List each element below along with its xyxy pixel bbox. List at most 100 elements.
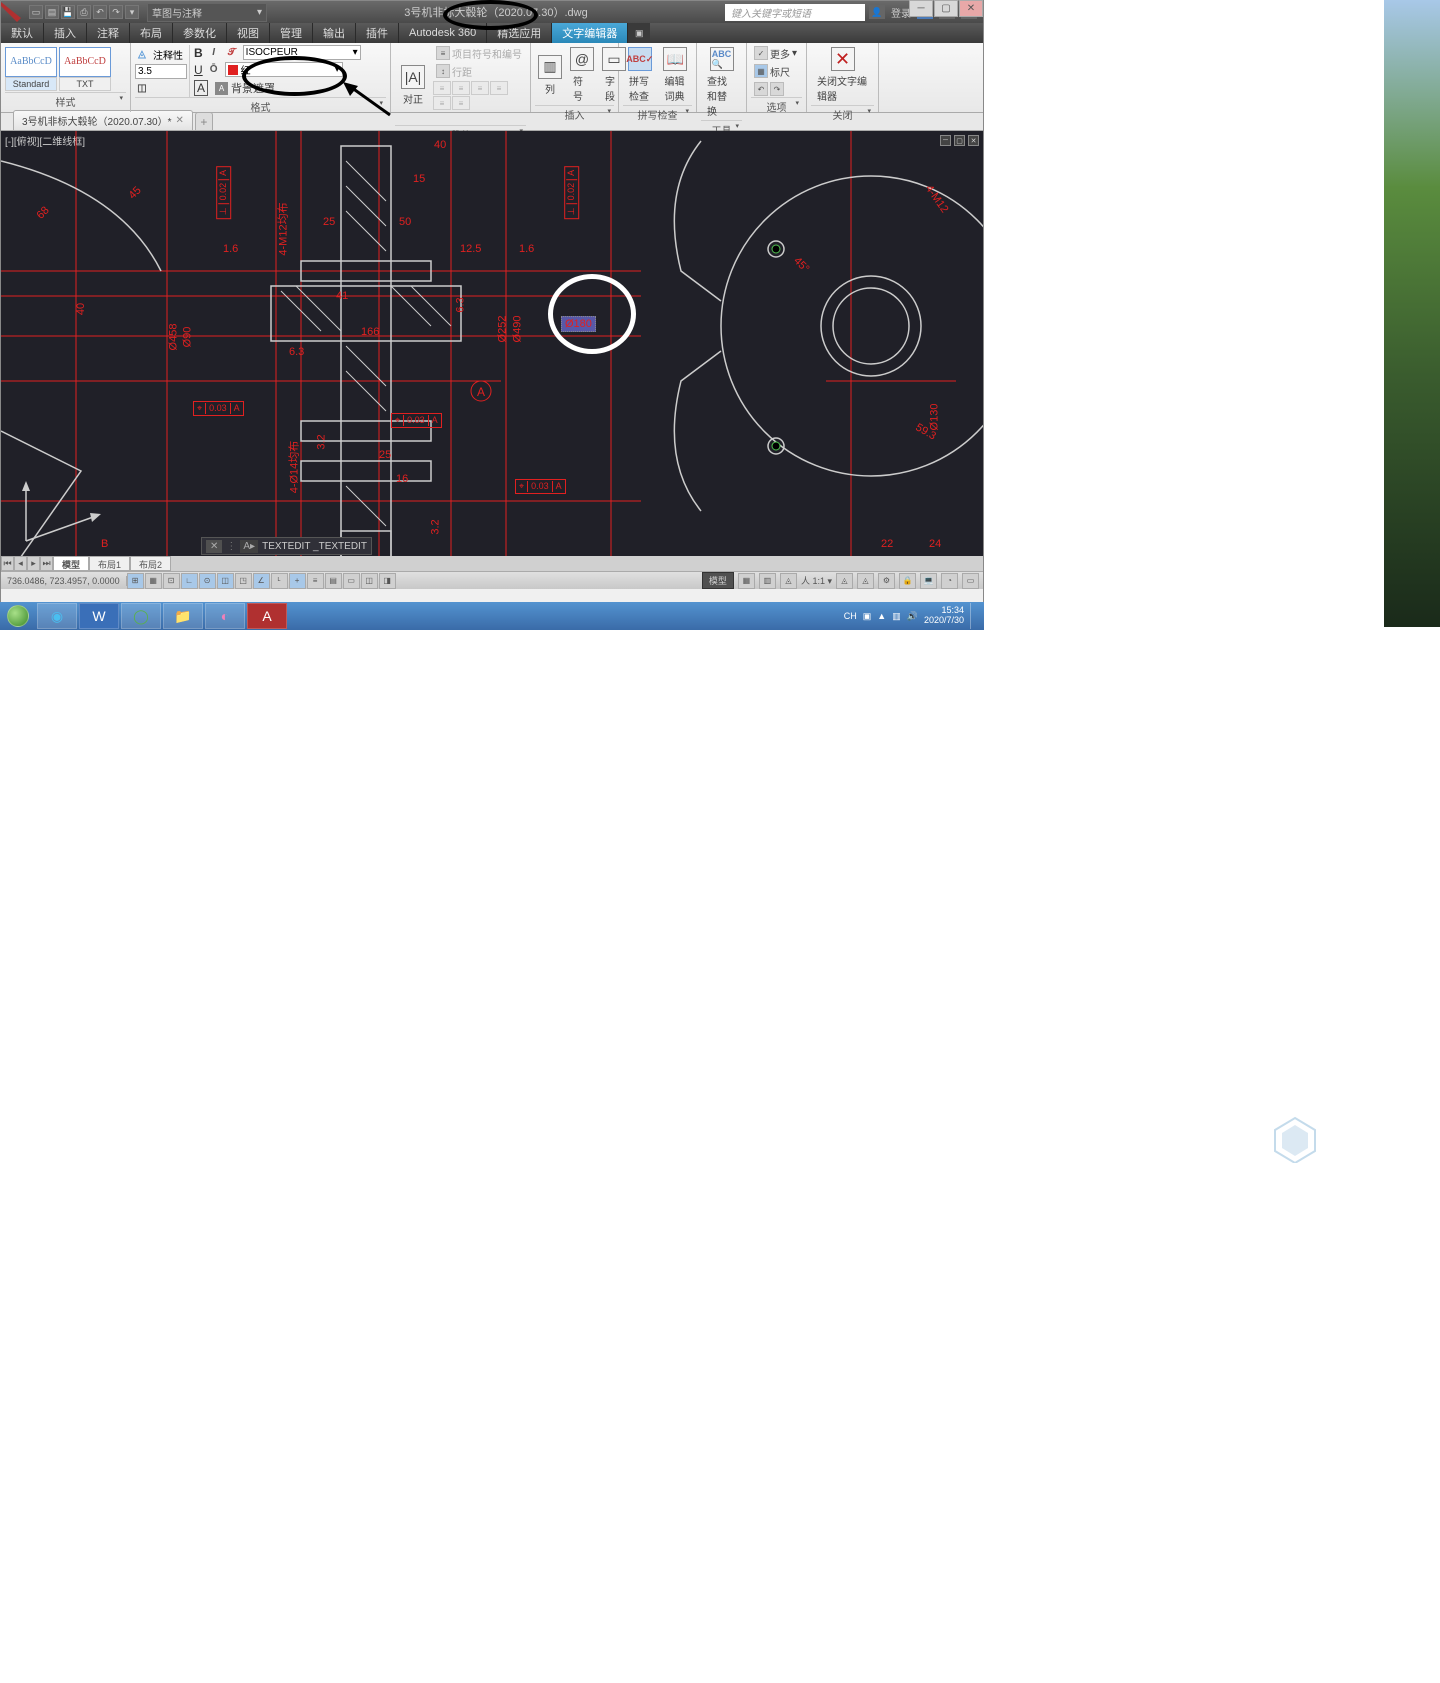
help-search-input[interactable]: 键入关键字或短语 xyxy=(725,4,865,21)
sb-am-icon[interactable]: ◨ xyxy=(379,573,396,589)
color-dropdown[interactable]: 红▾ xyxy=(225,62,343,77)
tab-annotate[interactable]: 注释 xyxy=(87,23,130,43)
sb-workspace-icon[interactable]: ⚙ xyxy=(878,573,895,589)
lang-indicator[interactable]: CH xyxy=(844,611,857,621)
strikethrough-button[interactable]: A xyxy=(194,80,208,96)
layouttab-prev-icon[interactable]: ◂ xyxy=(14,556,27,571)
symbol-button[interactable]: @符号 xyxy=(567,45,597,105)
panel-label-insert[interactable]: 插入 xyxy=(535,105,614,123)
layouttab-2[interactable]: 布局2 xyxy=(130,556,171,571)
sb-quicklay-icon[interactable]: ▥ xyxy=(759,573,776,589)
login-user-icon[interactable]: 👤 xyxy=(869,5,885,19)
taskbar-app-5[interactable]: ◐ xyxy=(205,603,245,629)
tray-volume-icon[interactable]: 🔊 xyxy=(907,611,918,622)
taskbar-explorer[interactable]: 📁 xyxy=(163,603,203,629)
app-logo-icon[interactable] xyxy=(1,2,21,22)
bullets-button[interactable]: ≡项目符号和编号 xyxy=(433,45,525,61)
taskbar-app-1[interactable]: ◉ xyxy=(37,603,77,629)
panel-label-spellcheck[interactable]: 拼写检查 xyxy=(623,105,692,123)
qat-new-icon[interactable]: ▭ xyxy=(29,5,43,19)
sb-polar-icon[interactable]: ⊙ xyxy=(199,573,216,589)
style-sample-standard[interactable]: AaBbCcD xyxy=(5,47,57,77)
layouttab-model[interactable]: 模型 xyxy=(53,556,89,571)
sb-grid-icon[interactable]: ⊡ xyxy=(163,573,180,589)
qat-plot-icon[interactable]: ⎙ xyxy=(77,5,91,19)
underline-button[interactable]: U xyxy=(194,63,203,77)
ucs-icon[interactable] xyxy=(16,481,106,551)
tab-view[interactable]: 视图 xyxy=(227,23,270,43)
overline-button[interactable]: Ō xyxy=(207,63,221,77)
sb-ducs-icon[interactable]: ᴸ xyxy=(271,573,288,589)
bold-button[interactable]: B xyxy=(194,46,203,60)
sb-isolate-icon[interactable]: ◔ xyxy=(941,573,958,589)
text-mask-toggle-icon[interactable]: ◫ xyxy=(135,81,149,95)
columns-button[interactable]: ▥列 xyxy=(535,53,565,98)
minimize-button[interactable]: ─ xyxy=(909,0,933,17)
sb-tpy-icon[interactable]: ▤ xyxy=(325,573,342,589)
style-sample-txt[interactable]: AaBbCcD xyxy=(59,47,111,77)
sb-infer-icon[interactable]: ⊞ xyxy=(127,573,144,589)
tab-a360[interactable]: Autodesk 360 xyxy=(399,23,487,43)
workspace-dropdown[interactable]: 草图与注释 ▾ xyxy=(147,3,267,22)
tab-insert[interactable]: 插入 xyxy=(44,23,87,43)
sb-annoscale-icon[interactable]: ◬ xyxy=(780,573,797,589)
sb-qp-icon[interactable]: ▭ xyxy=(343,573,360,589)
sb-quickview-icon[interactable]: ▦ xyxy=(738,573,755,589)
taskbar-app-3[interactable]: ◯ xyxy=(121,603,161,629)
tab-default[interactable]: 默认 xyxy=(1,23,44,43)
bgmask-button[interactable]: A背景遮罩 xyxy=(212,79,278,97)
drawing-viewport[interactable]: [-][俯视][二维线框] ─ ▢ ✕ xyxy=(1,131,983,571)
sb-model-button[interactable]: 模型 xyxy=(702,572,734,589)
tab-texteditor[interactable]: 文字编辑器 xyxy=(552,23,628,43)
tab-focus-icon[interactable]: ▣ xyxy=(628,23,650,43)
layouttab-last-icon[interactable]: ⏭ xyxy=(40,556,53,571)
sb-hardware-icon[interactable]: 💻 xyxy=(920,573,937,589)
panel-label-style[interactable]: 样式 xyxy=(5,92,126,110)
layouttab-scroll[interactable] xyxy=(171,556,983,571)
sb-sc-icon[interactable]: ◫ xyxy=(361,573,378,589)
close-button[interactable]: ✕ xyxy=(959,0,983,17)
more-button[interactable]: ✓更多▾ xyxy=(751,45,800,61)
style-name-standard[interactable]: Standard xyxy=(5,77,57,91)
close-editor-button[interactable]: ✕关闭文字编辑器 xyxy=(811,45,874,105)
text-editor-selection[interactable]: Ø180 xyxy=(561,316,596,332)
sb-annovis-icon[interactable]: ◬ xyxy=(836,573,853,589)
sb-ortho-icon[interactable]: ∟ xyxy=(181,573,198,589)
sb-scale[interactable]: 人 1:1 ▾ xyxy=(801,574,832,587)
text-height-input[interactable] xyxy=(135,64,187,79)
sb-osnap-icon[interactable]: ◫ xyxy=(217,573,234,589)
panel-label-format[interactable]: 格式 xyxy=(135,97,386,115)
taskbar-autocad[interactable]: A xyxy=(247,603,287,629)
cmdline-close-icon[interactable]: ✕ xyxy=(206,540,222,553)
font-dropdown[interactable]: ISOCPEUR▾ xyxy=(243,45,361,60)
cmdline-handle-icon[interactable]: ⋮ xyxy=(226,541,236,552)
italic-button[interactable]: I xyxy=(207,46,221,60)
style-name-txt[interactable]: TXT xyxy=(59,77,111,91)
show-desktop-button[interactable] xyxy=(970,603,978,629)
justify-button[interactable]: |A| 对正 xyxy=(395,63,431,108)
sb-snap-icon[interactable]: ▦ xyxy=(145,573,162,589)
start-button[interactable] xyxy=(0,602,36,630)
tab-layout[interactable]: 布局 xyxy=(130,23,173,43)
tab-featured[interactable]: 精选应用 xyxy=(487,23,552,43)
undo-redo[interactable]: ↶↷ xyxy=(751,81,800,97)
tray-up-icon[interactable]: ▲ xyxy=(877,611,886,621)
tab-close-icon[interactable]: ✕ xyxy=(176,115,184,126)
findreplace-button[interactable]: ABC🔍查找和替换 xyxy=(701,45,742,120)
alignment-grid[interactable]: ≡≡≡≡≡≡ xyxy=(433,81,525,125)
maximize-button[interactable]: ▢ xyxy=(934,0,958,17)
undo-small-icon[interactable]: ↶ xyxy=(754,82,768,96)
tray-network-icon[interactable]: ▥ xyxy=(892,611,901,622)
sb-annoauto-icon[interactable]: ◬ xyxy=(857,573,874,589)
command-line[interactable]: ✕ ⋮ A▸ TEXTEDIT _TEXTEDIT xyxy=(201,537,372,555)
login-label[interactable]: 登录 xyxy=(891,5,911,20)
tab-output[interactable]: 输出 xyxy=(313,23,356,43)
tray-clock[interactable]: 15:34 2020/7/30 xyxy=(924,606,964,626)
sb-dyn-icon[interactable]: + xyxy=(289,573,306,589)
sb-lock-icon[interactable]: 🔒 xyxy=(899,573,916,589)
tray-flag-icon[interactable]: ▣ xyxy=(863,611,872,622)
panel-label-options[interactable]: 选项 xyxy=(751,97,802,115)
sb-otrack-icon[interactable]: ∠ xyxy=(253,573,270,589)
tab-manage[interactable]: 管理 xyxy=(270,23,313,43)
redo-small-icon[interactable]: ↷ xyxy=(770,82,784,96)
